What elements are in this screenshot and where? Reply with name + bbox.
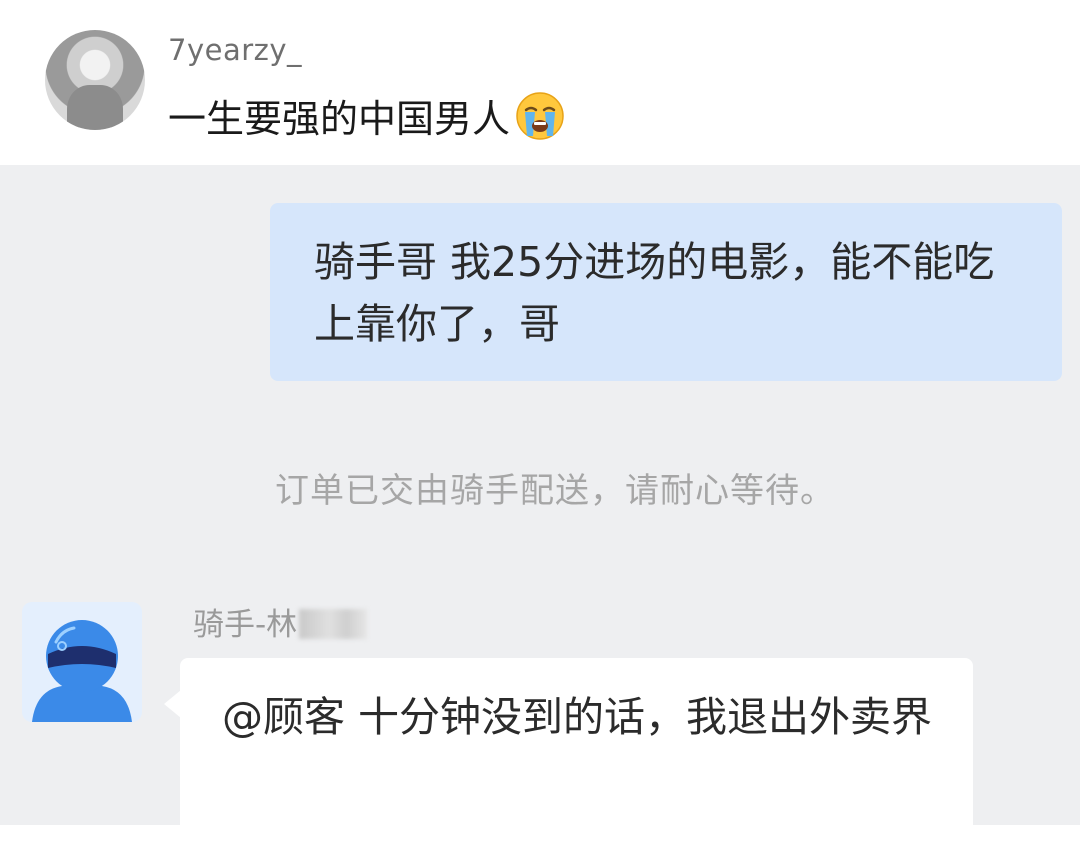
system-notice: 订单已交由骑手配送，请耐心等待。 (275, 471, 835, 511)
rider-message-text: @顾客 十分钟没到的话，我退出外卖界 (222, 693, 933, 741)
post-header: 7yearzy_ 一生要强的中国男人 (0, 0, 1080, 165)
rider-name: 骑手-林 (193, 599, 368, 644)
crying-face-icon (516, 91, 564, 140)
rider-avatar[interactable] (22, 602, 142, 722)
poster-avatar[interactable] (45, 30, 145, 130)
chat-area[interactable]: 骑手哥 我25分进场的电影，能不能吃上靠你了，哥 订单已交由骑手配送，请耐心等待… (0, 165, 1080, 848)
poster-username[interactable]: 7yearzy_ (168, 33, 302, 67)
rider-name-text: 骑手-林 (193, 607, 298, 643)
rider-name-blur (299, 609, 368, 639)
rider-message-bubble[interactable]: @顾客 十分钟没到的话，我退出外卖界 (180, 658, 973, 848)
post-caption: 一生要强的中国男人 (168, 88, 566, 143)
rider-helmet-icon (32, 620, 132, 722)
post-text: 一生要强的中国男人 (168, 97, 511, 141)
rider-bubble-tail (164, 690, 181, 718)
customer-message-text: 骑手哥 我25分进场的电影，能不能吃上靠你了，哥 (314, 238, 995, 348)
customer-message-bubble[interactable]: 骑手哥 我25分进场的电影，能不能吃上靠你了，哥 (270, 203, 1062, 381)
